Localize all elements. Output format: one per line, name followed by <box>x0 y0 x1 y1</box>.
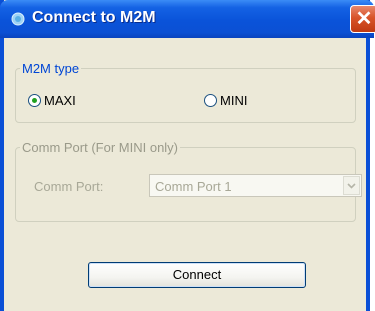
comm-port-label: Comm Port: <box>34 179 104 194</box>
comm-port-select[interactable]: Comm Port 1 <box>149 174 362 197</box>
comm-port-legend: Comm Port (For MINI only) <box>22 140 179 155</box>
window-title: Connect to M2M <box>32 9 156 26</box>
dialog-window: Connect to M2M ✕ M2M type MAXI MINI Comm… <box>0 0 375 311</box>
radio-maxi-indicator[interactable] <box>28 94 41 107</box>
radio-mini-label[interactable]: MINI <box>220 93 247 108</box>
radio-maxi[interactable]: MAXI <box>28 93 76 108</box>
radio-mini-indicator[interactable] <box>204 94 217 107</box>
connect-button[interactable]: Connect <box>88 262 306 288</box>
chevron-down-icon[interactable] <box>343 176 360 195</box>
app-icon <box>11 12 25 26</box>
m2m-type-legend: M2M type <box>22 61 80 76</box>
title-bar[interactable]: Connect to M2M ✕ <box>0 0 375 38</box>
radio-maxi-label[interactable]: MAXI <box>44 93 76 108</box>
m2m-type-group: M2M type <box>15 61 356 123</box>
dialog-body: M2M type MAXI MINI Comm Port (For MINI o… <box>4 38 366 311</box>
close-button[interactable]: ✕ <box>350 5 375 33</box>
radio-mini[interactable]: MINI <box>204 93 247 108</box>
comm-port-select-value: Comm Port 1 <box>155 179 232 194</box>
